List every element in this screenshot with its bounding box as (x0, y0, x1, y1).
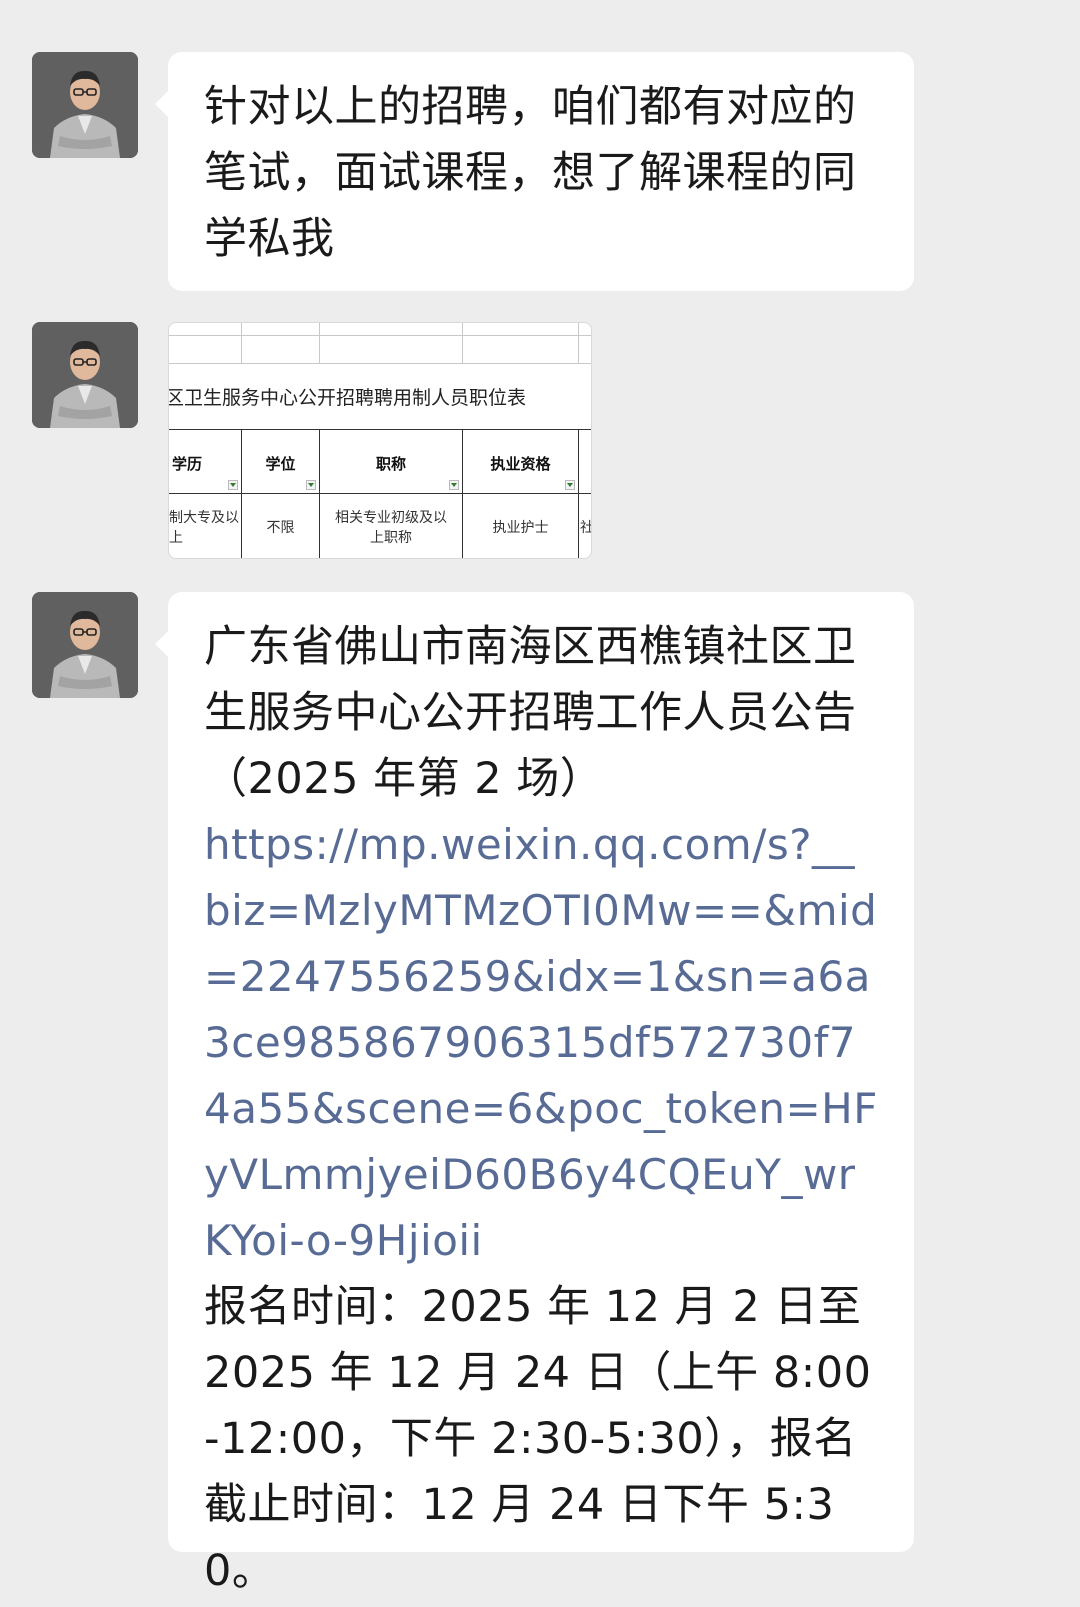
message-bubble[interactable]: 针对以上的招聘，咱们都有对应的笔试，面试课程，想了解课程的同学私我 (155, 52, 914, 291)
grid-line (578, 323, 579, 363)
sender-avatar[interactable] (32, 322, 138, 428)
table-border (241, 429, 242, 558)
table-cell: 相关专业初级及以上职称 (335, 510, 447, 546)
avatar-photo-icon (32, 322, 138, 428)
message-text: 针对以上的招聘，咱们都有对应的笔试，面试课程，想了解课程的同学私我 (204, 82, 857, 264)
table-title: 区卫生服务中心公开招聘聘用制人员职位表 (168, 387, 527, 409)
sender-avatar[interactable] (32, 52, 138, 158)
grid-line (241, 323, 242, 363)
message-link[interactable]: https://mp.weixin.qq.com/s?__biz=MzlyMTM… (204, 812, 880, 1274)
table-header-cell: 执业资格 (490, 455, 551, 473)
message-text-after: 报名时间：2025 年 12 月 2 日至 2025 年 12 月 24 日（上… (204, 1282, 872, 1596)
dropdown-filter-icon (228, 480, 238, 490)
grid-line (169, 335, 591, 336)
sender-avatar[interactable] (32, 592, 138, 698)
grid-line (169, 363, 591, 364)
image-message[interactable]: 区卫生服务中心公开招聘聘用制人员职位表 学历 学位 职称 执业资格 制大专及以上… (168, 322, 592, 559)
dropdown-filter-icon (449, 480, 459, 490)
table-cell: 不限 (266, 520, 295, 536)
table-border (462, 429, 463, 558)
avatar-photo-icon (32, 52, 138, 158)
table-border (169, 429, 591, 430)
table-header-cell: 学位 (265, 455, 296, 473)
table-border (319, 429, 320, 558)
table-header-cell: 学历 (171, 455, 202, 473)
grid-line (319, 323, 320, 363)
table-cell: 执业护士 (492, 520, 549, 536)
table-header-cell: 职称 (375, 455, 406, 473)
table-cell: 社 (580, 518, 591, 538)
grid-line (462, 323, 463, 363)
message-bubble[interactable]: 广东省佛山市南海区西樵镇社区卫生服务中心公开招聘工作人员公告（2025 年第 2… (155, 592, 914, 1596)
table-border (578, 429, 579, 558)
dropdown-filter-icon (306, 480, 316, 490)
table-border (169, 493, 591, 494)
dropdown-filter-icon (565, 480, 575, 490)
table-cell: 制大专及以上 (169, 510, 239, 546)
message-text: 广东省佛山市南海区西樵镇社区卫生服务中心公开招聘工作人员公告（2025 年第 2… (204, 622, 857, 804)
avatar-photo-icon (32, 592, 138, 698)
